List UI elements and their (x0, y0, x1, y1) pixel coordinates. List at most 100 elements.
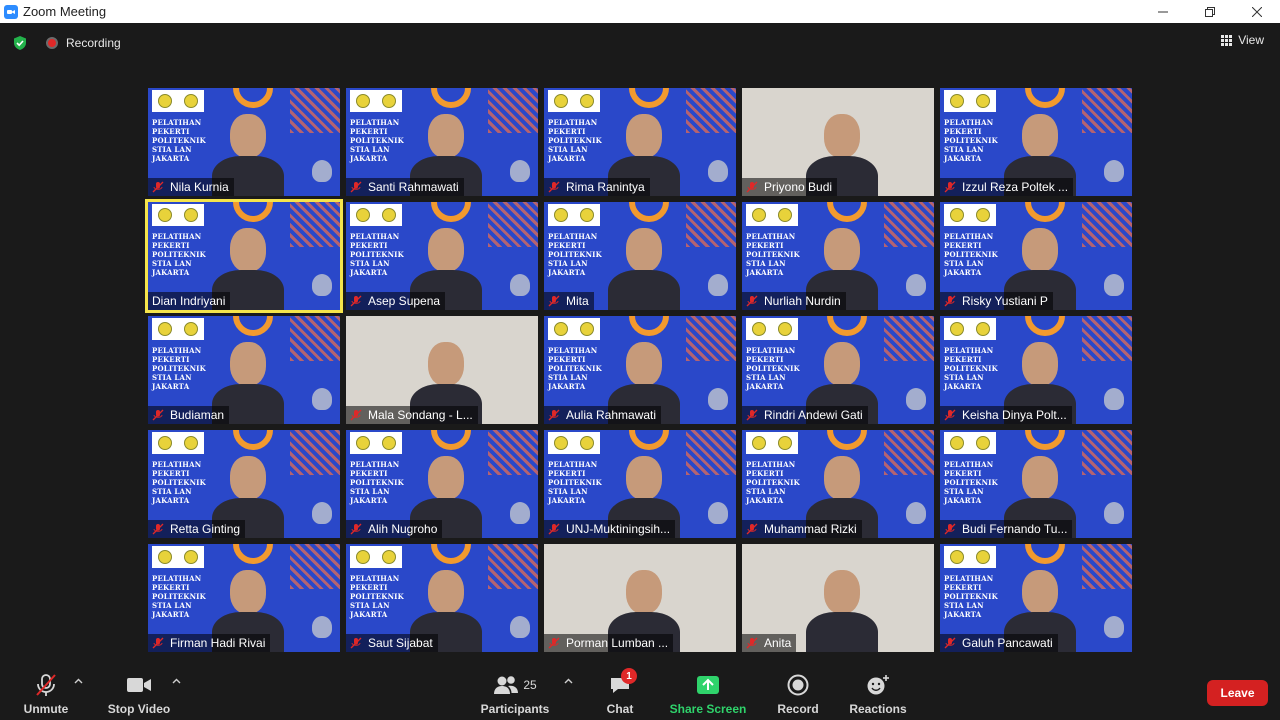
participants-options-chevron-up-icon[interactable] (564, 676, 573, 687)
participant-video-tile[interactable]: PELATIHANPEKERTIPOLITEKNIKSTIA LANJAKART… (544, 316, 736, 424)
participant-video-tile[interactable]: PELATIHANPEKERTIPOLITEKNIKSTIA LANJAKART… (742, 202, 934, 310)
minimize-button[interactable] (1139, 0, 1186, 23)
participant-name-bar: Galuh Pancawati (940, 634, 1058, 652)
muted-microphone-icon (152, 409, 164, 421)
muted-microphone-icon (350, 523, 362, 535)
participant-video-tile[interactable]: PELATIHANPEKERTIPOLITEKNIKSTIA LANJAKART… (145, 199, 343, 313)
muted-microphone-icon (350, 181, 362, 193)
background-circle-decoration (827, 202, 867, 222)
participant-name-bar: Retta Ginting (148, 520, 246, 538)
participant-video-tile[interactable]: PELATIHANPEKERTIPOLITEKNIKSTIA LANJAKART… (940, 88, 1132, 196)
video-options-chevron-up-icon[interactable] (172, 676, 181, 687)
participant-video-tile[interactable]: PELATIHANPEKERTIPOLITEKNIKSTIA LANJAKART… (544, 544, 736, 652)
background-circle-decoration (827, 430, 867, 450)
participant-video-tile[interactable]: PELATIHANPEKERTIPOLITEKNIKSTIA LANJAKART… (742, 430, 934, 538)
microphone-decoration-icon (312, 160, 332, 182)
participant-video-tile[interactable]: PELATIHANPEKERTIPOLITEKNIKSTIA LANJAKART… (148, 88, 340, 196)
virtual-background-logos (152, 318, 204, 340)
participant-video-tile[interactable]: PELATIHANPEKERTIPOLITEKNIKSTIA LANJAKART… (544, 88, 736, 196)
participant-name-bar: Nila Kurnia (148, 178, 234, 196)
participant-name-bar: Firman Hadi Rivai (148, 634, 271, 652)
close-button[interactable] (1233, 0, 1280, 23)
participant-name: Mita (566, 294, 589, 308)
participant-video-tile[interactable]: PELATIHANPEKERTIPOLITEKNIKSTIA LANJAKART… (940, 430, 1132, 538)
chat-unread-badge: 1 (621, 668, 637, 684)
audio-options-chevron-up-icon[interactable] (74, 676, 83, 687)
microphone-decoration-icon (1104, 160, 1124, 182)
record-button[interactable]: Record (776, 662, 820, 720)
muted-microphone-icon (36, 674, 56, 696)
participant-video-tile[interactable]: PELATIHANPEKERTIPOLITEKNIKSTIA LANJAKART… (544, 202, 736, 310)
participant-video-tile[interactable]: PELATIHANPEKERTIPOLITEKNIKSTIA LANJAKART… (742, 316, 934, 424)
participant-name: Alih Nugroho (368, 522, 438, 536)
muted-microphone-icon (152, 181, 164, 193)
microphone-decoration-icon (708, 160, 728, 182)
restore-button[interactable] (1186, 0, 1233, 23)
participant-video-tile[interactable]: PELATIHANPEKERTIPOLITEKNIKSTIA LANJAKART… (346, 430, 538, 538)
participant-video-tile[interactable]: PELATIHANPEKERTIPOLITEKNIKSTIA LANJAKART… (148, 430, 340, 538)
participant-video-tile[interactable]: PELATIHANPEKERTIPOLITEKNIKSTIA LANJAKART… (940, 202, 1132, 310)
virtual-background-logos (350, 204, 402, 226)
participant-name-bar: Aulia Rahmawati (544, 406, 662, 424)
background-circle-decoration (233, 430, 273, 450)
participant-name: Keisha Dinya Polt... (962, 408, 1067, 422)
microphone-decoration-icon (708, 388, 728, 410)
microphone-decoration-icon (510, 502, 530, 524)
microphone-decoration-icon (312, 274, 332, 296)
participant-video-tile[interactable]: PELATIHANPEKERTIPOLITEKNIKSTIA LANJAKART… (148, 316, 340, 424)
participant-video-tile[interactable]: PELATIHANPEKERTIPOLITEKNIKSTIA LANJAKART… (346, 202, 538, 310)
participant-name-bar: Rindri Andewi Gati (742, 406, 868, 424)
participant-name: Rindri Andewi Gati (764, 408, 863, 422)
virtual-background-logos (350, 546, 402, 568)
recording-indicator[interactable]: Recording (46, 36, 121, 50)
participant-video-tile[interactable]: PELATIHANPEKERTIPOLITEKNIKSTIA LANJAKART… (742, 544, 934, 652)
virtual-background-logos (944, 204, 996, 226)
stop-video-button[interactable]: Stop Video (106, 662, 172, 720)
participant-name-bar: Priyono Budi (742, 178, 838, 196)
microphone-decoration-icon (510, 616, 530, 638)
unmute-label: Unmute (23, 702, 69, 716)
muted-microphone-icon (944, 523, 956, 535)
microphone-decoration-icon (312, 502, 332, 524)
share-screen-icon (697, 676, 719, 694)
virtual-background-logos (548, 432, 600, 454)
participant-video-tile[interactable]: PELATIHANPEKERTIPOLITEKNIKSTIA LANJAKART… (148, 544, 340, 652)
participants-button[interactable]: 25 Participants (480, 662, 550, 720)
participant-video-tile[interactable]: PELATIHANPEKERTIPOLITEKNIKSTIA LANJAKART… (544, 430, 736, 538)
muted-microphone-icon (944, 295, 956, 307)
participant-figure (802, 562, 882, 652)
background-stripe-decoration (884, 202, 934, 247)
participant-name-bar: Nurliah Nurdin (742, 292, 846, 310)
participant-video-tile[interactable]: PELATIHANPEKERTIPOLITEKNIKSTIA LANJAKART… (346, 316, 538, 424)
participant-name-bar: UNJ-Muktiningsih... (544, 520, 676, 538)
muted-microphone-icon (548, 409, 560, 421)
muted-microphone-icon (746, 409, 758, 421)
participant-video-tile[interactable]: PELATIHANPEKERTIPOLITEKNIKSTIA LANJAKART… (940, 544, 1132, 652)
background-stripe-decoration (1082, 202, 1132, 247)
microphone-decoration-icon (1104, 388, 1124, 410)
participant-video-tile[interactable]: PELATIHANPEKERTIPOLITEKNIKSTIA LANJAKART… (742, 88, 934, 196)
view-button[interactable]: View (1221, 33, 1264, 47)
chat-button[interactable]: 1 Chat (604, 662, 637, 720)
participant-name-bar: Risky Yustiani P (940, 292, 1053, 310)
participant-name: Izzul Reza Poltek ... (962, 180, 1069, 194)
background-circle-decoration (1025, 202, 1065, 222)
muted-microphone-icon (746, 181, 758, 193)
muted-microphone-icon (944, 637, 956, 649)
share-screen-button[interactable]: Share Screen (670, 662, 746, 720)
recording-dot-icon (46, 37, 58, 49)
reactions-button[interactable]: Reactions (848, 662, 908, 720)
background-stripe-decoration (290, 430, 340, 475)
participant-name-bar: Izzul Reza Poltek ... (940, 178, 1074, 196)
participant-video-tile[interactable]: PELATIHANPEKERTIPOLITEKNIKSTIA LANJAKART… (940, 316, 1132, 424)
participant-video-tile[interactable]: PELATIHANPEKERTIPOLITEKNIKSTIA LANJAKART… (346, 544, 538, 652)
background-stripe-decoration (488, 430, 538, 475)
participant-video-tile[interactable]: PELATIHANPEKERTIPOLITEKNIKSTIA LANJAKART… (346, 88, 538, 196)
background-stripe-decoration (686, 202, 736, 247)
leave-button[interactable]: Leave (1207, 680, 1268, 706)
security-shield-icon[interactable] (12, 35, 28, 51)
stop-video-label: Stop Video (107, 702, 171, 716)
muted-microphone-icon (350, 637, 362, 649)
record-icon (787, 674, 809, 696)
unmute-button[interactable]: Unmute (22, 662, 70, 720)
